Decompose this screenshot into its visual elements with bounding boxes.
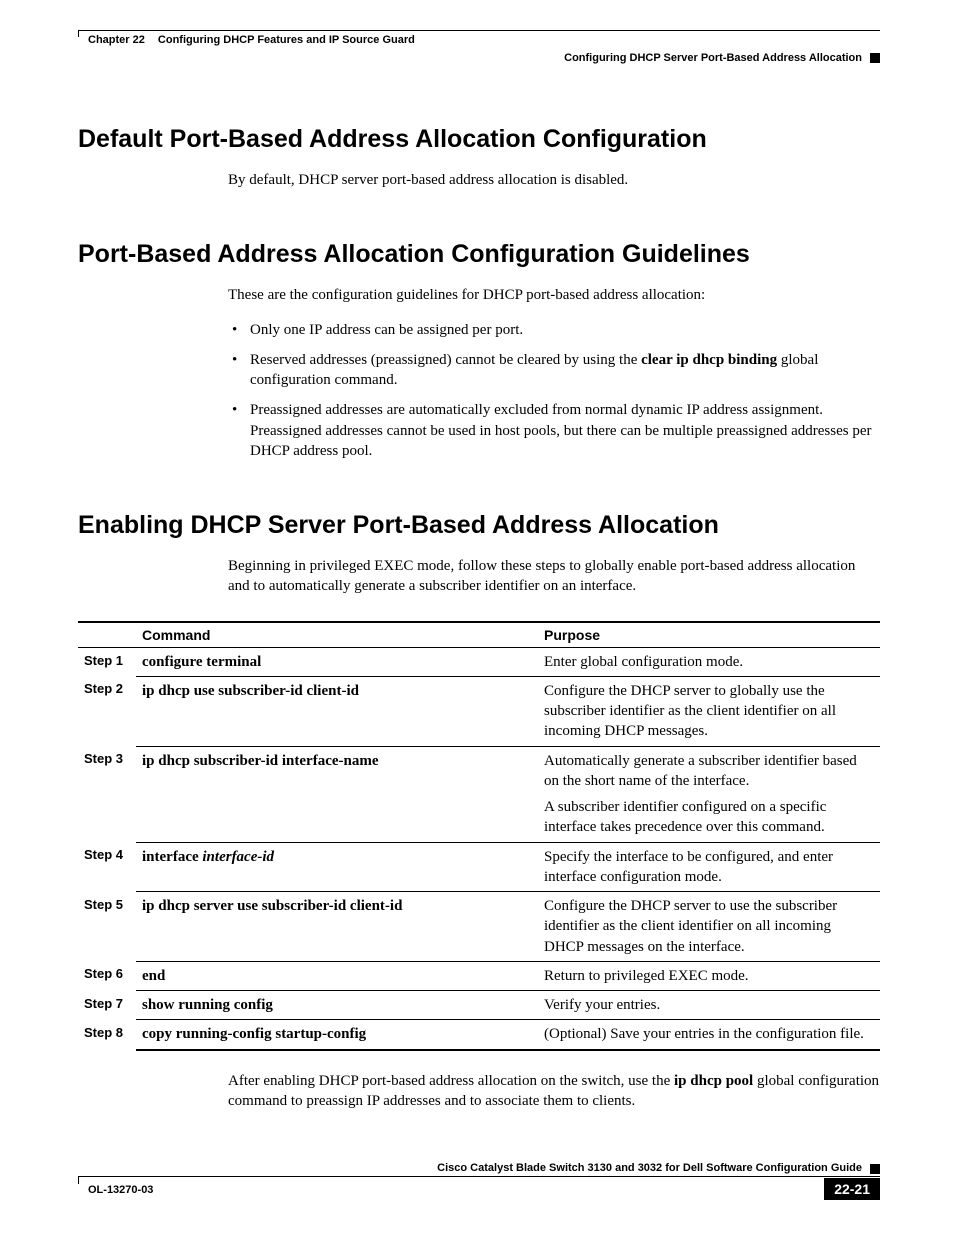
command-text: show running config [142, 997, 273, 1013]
list-item: Only one IP address can be assigned per … [228, 320, 880, 340]
purpose-cell: Enter global configuration mode. [538, 647, 880, 676]
command-text: end [142, 968, 165, 984]
bullet-text: Preassigned addresses are automatically … [250, 402, 872, 459]
command-cell: configure terminal [136, 647, 538, 676]
running-footer: Cisco Catalyst Blade Switch 3130 and 303… [78, 1162, 880, 1201]
page-number: 22-21 [824, 1178, 880, 1200]
step-label: Step 5 [78, 892, 136, 962]
paragraph-after-table: After enabling DHCP port-based address a… [228, 1071, 880, 1112]
purpose-cell: Specify the interface to be configured, … [538, 842, 880, 892]
command-text: ip dhcp server use subscriber-id client-… [142, 898, 402, 914]
purpose-cell: Configure the DHCP server to use the sub… [538, 892, 880, 962]
command-cell: ip dhcp subscriber-id interface-name [136, 746, 538, 842]
purpose-cell: (Optional) Save your entries in the conf… [538, 1020, 880, 1050]
command-text: ip dhcp subscriber-id interface-name [142, 753, 379, 769]
footer-marker-box [870, 1164, 880, 1174]
heading-guidelines: Port-Based Address Allocation Configurat… [78, 240, 880, 269]
purpose-cell: Automatically generate a subscriber iden… [538, 746, 880, 842]
table-header-blank [78, 622, 136, 648]
command-cell: ip dhcp server use subscriber-id client-… [136, 892, 538, 962]
chapter-line: Chapter 22 Configuring DHCP Features and… [78, 31, 880, 46]
step-label: Step 2 [78, 676, 136, 746]
header-marker-box [870, 53, 880, 63]
body-guidelines: These are the configuration guidelines f… [228, 285, 880, 461]
purpose-cell: Return to privileged EXEC mode. [538, 961, 880, 990]
command-cell: ip dhcp use subscriber-id client-id [136, 676, 538, 746]
text: After enabling DHCP port-based address a… [228, 1073, 674, 1089]
command-cell: end [136, 961, 538, 990]
chapter-number: Chapter 22 [88, 34, 145, 46]
paragraph: These are the configuration guidelines f… [228, 285, 880, 305]
command-text: copy running-config startup-config [142, 1026, 366, 1042]
step-label: Step 1 [78, 647, 136, 676]
bullet-text: Reserved addresses (preassigned) cannot … [250, 352, 641, 368]
purpose-text: Automatically generate a subscriber iden… [544, 753, 857, 789]
command-text: interface [142, 849, 202, 865]
bold-command: ip dhcp pool [674, 1073, 753, 1089]
step-label: Step 7 [78, 991, 136, 1020]
heading-default-config: Default Port-Based Address Allocation Co… [78, 125, 880, 154]
running-header: Chapter 22 Configuring DHCP Features and… [78, 30, 880, 65]
purpose-cell: Configure the DHCP server to globally us… [538, 676, 880, 746]
step-label: Step 4 [78, 842, 136, 892]
chapter-title: Configuring DHCP Features and IP Source … [158, 34, 415, 46]
table-header-purpose: Purpose [538, 622, 880, 648]
command-text: ip dhcp use subscriber-id client-id [142, 683, 359, 699]
bold-command: clear ip dhcp binding [641, 352, 777, 368]
command-arg: interface-id [202, 849, 274, 865]
bullet-list: Only one IP address can be assigned per … [228, 320, 880, 462]
footer-tick [78, 1177, 79, 1184]
step-label: Step 6 [78, 961, 136, 990]
body-default-config: By default, DHCP server port-based addre… [228, 170, 880, 190]
paragraph: By default, DHCP server port-based addre… [228, 170, 880, 190]
list-item: Preassigned addresses are automatically … [228, 400, 880, 461]
section-title: Configuring DHCP Server Port-Based Addre… [564, 52, 862, 64]
bullet-text: Only one IP address can be assigned per … [250, 322, 523, 338]
heading-enabling: Enabling DHCP Server Port-Based Address … [78, 511, 880, 540]
step-label: Step 3 [78, 746, 136, 842]
list-item: Reserved addresses (preassigned) cannot … [228, 350, 880, 391]
header-tick [78, 30, 79, 37]
step-label: Step 8 [78, 1020, 136, 1050]
table-header-command: Command [136, 622, 538, 648]
footer-guide-title: Cisco Catalyst Blade Switch 3130 and 303… [437, 1162, 862, 1176]
purpose-cell: Verify your entries. [538, 991, 880, 1020]
body-enabling: Beginning in privileged EXEC mode, follo… [228, 556, 880, 597]
command-cell: show running config [136, 991, 538, 1020]
paragraph: Beginning in privileged EXEC mode, follo… [228, 556, 880, 597]
command-text: configure terminal [142, 654, 261, 670]
purpose-text-2: A subscriber identifier configured on a … [544, 797, 874, 838]
document-id: OL-13270-03 [78, 1182, 153, 1196]
command-cell: copy running-config startup-config [136, 1020, 538, 1050]
command-cell: interface interface-id [136, 842, 538, 892]
procedure-table: Command Purpose Step 1 configure termina… [78, 621, 880, 1051]
